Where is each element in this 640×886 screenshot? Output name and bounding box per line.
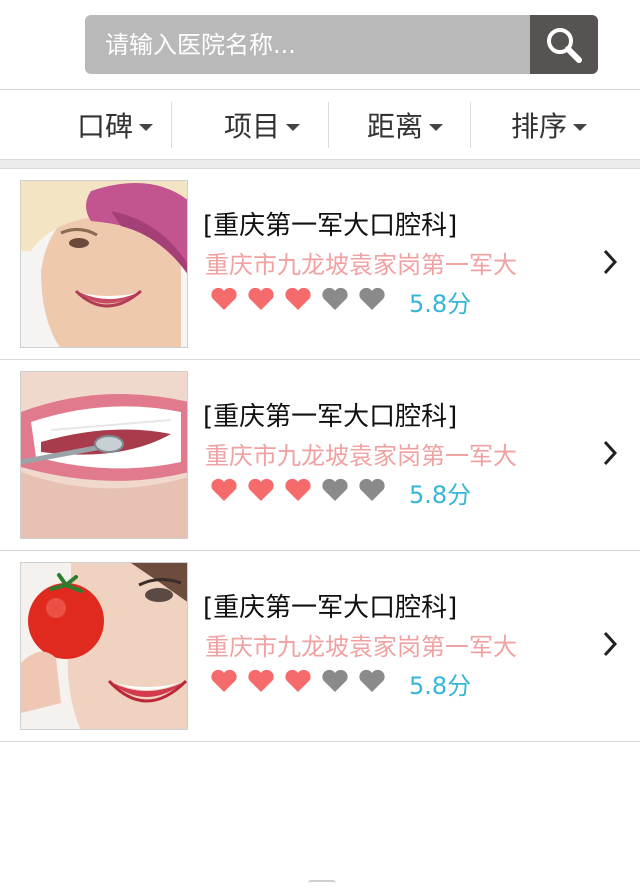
heart-icon xyxy=(322,287,348,310)
caret-down-icon xyxy=(139,123,154,131)
heart-icon xyxy=(211,478,237,501)
heart-icon xyxy=(359,669,385,692)
heart-icon xyxy=(359,287,385,310)
heart-icon xyxy=(248,287,274,310)
filter-project[interactable]: 项目 xyxy=(224,90,301,160)
hospital-address: 重庆市九龙坡袁家岗第一军大 xyxy=(205,442,517,470)
caret-down-icon xyxy=(286,123,301,131)
filter-bar: 口碑 项目 距离 排序 xyxy=(0,90,640,160)
heart-icon xyxy=(359,478,385,501)
hospital-address: 重庆市九龙坡袁家岗第一军大 xyxy=(205,633,517,661)
heart-icon xyxy=(248,669,274,692)
filter-distance[interactable]: 距离 xyxy=(367,90,444,160)
hospital-name: [重庆第一军大口腔科] xyxy=(203,593,458,623)
filter-sort-label: 排序 xyxy=(511,110,568,143)
hospital-thumbnail xyxy=(20,371,188,539)
dental-mirror-photo xyxy=(21,372,187,538)
hospital-thumbnail xyxy=(20,180,188,348)
chevron-right-icon xyxy=(603,440,618,466)
hospital-list-item[interactable]: [重庆第一军大口腔科] 重庆市九龙坡袁家岗第一军大 5.8分 xyxy=(0,169,640,360)
filter-reputation-label: 口碑 xyxy=(77,110,134,143)
heart-icon xyxy=(248,478,274,501)
hospital-score: 5.8分 xyxy=(409,672,472,700)
rating-hearts xyxy=(210,669,395,693)
chevron-right-icon xyxy=(603,631,618,657)
rating-hearts xyxy=(210,287,395,311)
heart-icon xyxy=(322,669,348,692)
filter-sort[interactable]: 排序 xyxy=(511,90,588,160)
woman-tomato-photo xyxy=(21,563,187,729)
filter-distance-label: 距离 xyxy=(367,110,424,143)
hospital-list: [重庆第一军大口腔科] 重庆市九龙坡袁家岗第一军大 5.8分 [重庆第一军大口腔… xyxy=(0,169,640,742)
hospital-score: 5.8分 xyxy=(409,481,472,509)
heart-icon xyxy=(285,478,311,501)
caret-down-icon xyxy=(573,123,588,131)
heart-icon xyxy=(211,287,237,310)
filter-reputation[interactable]: 口碑 xyxy=(77,90,154,160)
filter-divider xyxy=(470,102,471,148)
heart-icon xyxy=(211,669,237,692)
search-bar xyxy=(85,15,598,74)
hospital-thumbnail xyxy=(20,562,188,730)
section-divider xyxy=(0,160,640,169)
heart-icon xyxy=(322,478,348,501)
hospital-search-input[interactable] xyxy=(85,15,530,74)
rating-hearts xyxy=(210,478,395,502)
hospital-list-item[interactable]: [重庆第一军大口腔科] 重庆市九龙坡袁家岗第一军大 5.8分 xyxy=(0,360,640,551)
scroll-indicator xyxy=(308,880,336,886)
search-header xyxy=(0,0,640,90)
heart-icon xyxy=(285,287,311,310)
search-button[interactable] xyxy=(530,15,598,74)
heart-icon xyxy=(285,669,311,692)
hospital-address: 重庆市九龙坡袁家岗第一军大 xyxy=(205,251,517,279)
hospital-name: [重庆第一军大口腔科] xyxy=(203,402,458,432)
woman-pink-hat-photo xyxy=(21,181,187,347)
magnifier-icon xyxy=(547,27,582,63)
caret-down-icon xyxy=(429,123,444,131)
filter-divider xyxy=(171,102,172,148)
filter-divider xyxy=(328,102,329,148)
chevron-right-icon xyxy=(603,249,618,275)
filter-project-label: 项目 xyxy=(224,110,281,143)
hospital-name: [重庆第一军大口腔科] xyxy=(203,211,458,241)
hospital-score: 5.8分 xyxy=(409,290,472,318)
hospital-list-item[interactable]: [重庆第一军大口腔科] 重庆市九龙坡袁家岗第一军大 5.8分 xyxy=(0,551,640,742)
